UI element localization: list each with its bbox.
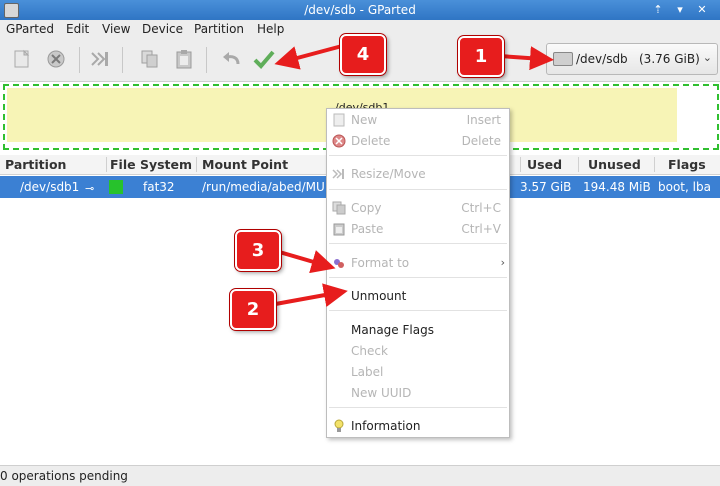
arrow-to-device-selector <box>499 46 554 71</box>
arrow-to-unmount <box>269 283 348 307</box>
callout-2: 2 <box>230 289 276 330</box>
callout-1: 1 <box>458 36 504 77</box>
callout-3: 3 <box>235 230 281 271</box>
arrow-to-format-to <box>275 249 336 274</box>
arrow-to-apply-button <box>274 44 343 70</box>
callout-4: 4 <box>340 34 386 75</box>
